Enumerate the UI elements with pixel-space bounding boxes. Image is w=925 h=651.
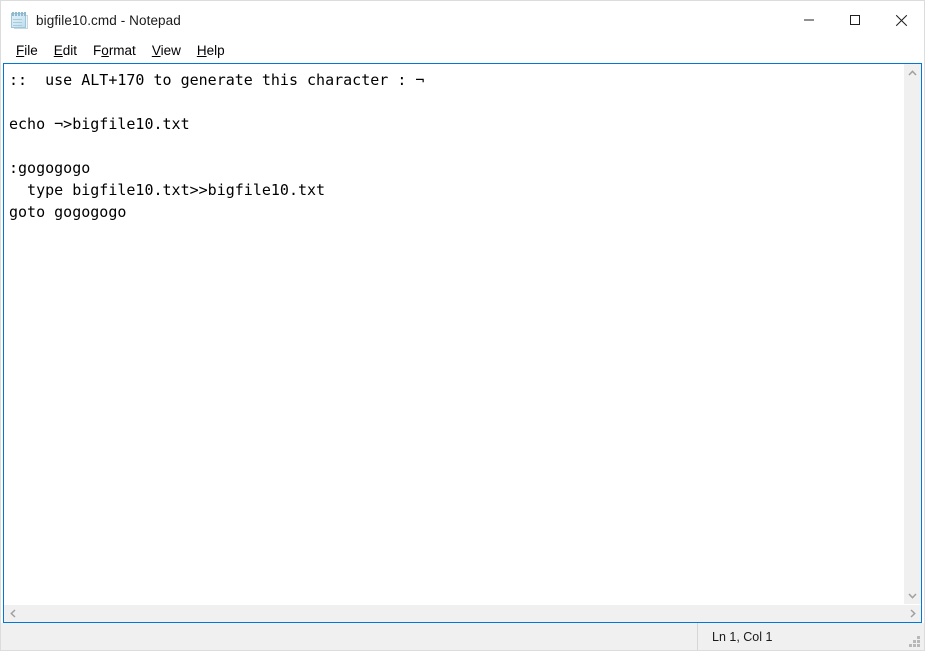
close-button[interactable] bbox=[878, 1, 924, 39]
chevron-left-icon bbox=[9, 609, 16, 618]
window-controls bbox=[786, 1, 924, 39]
close-icon bbox=[895, 14, 907, 26]
window-title: bigfile10.cmd - Notepad bbox=[36, 12, 181, 28]
title-bar[interactable]: bigfile10.cmd - Notepad bbox=[1, 1, 924, 39]
menu-item-help[interactable]: Help bbox=[189, 41, 233, 61]
menu-view-rest: iew bbox=[160, 43, 181, 58]
title-bar-left: bigfile10.cmd - Notepad bbox=[1, 1, 181, 39]
vertical-scroll-track[interactable] bbox=[904, 81, 921, 587]
menu-item-format[interactable]: Format bbox=[85, 41, 144, 61]
menu-help-accel: H bbox=[196, 43, 207, 58]
menu-format-rest: rmat bbox=[108, 43, 136, 58]
menu-item-edit[interactable]: Edit bbox=[46, 41, 85, 61]
menu-file-rest: ile bbox=[24, 43, 38, 58]
status-bar: Ln 1, Col 1 bbox=[1, 623, 924, 650]
menu-format-accel: o bbox=[101, 43, 109, 58]
minimize-button[interactable] bbox=[786, 1, 832, 39]
editor-body: :: use ALT+170 to generate this characte… bbox=[4, 64, 921, 604]
menu-item-file[interactable]: File bbox=[8, 41, 46, 61]
editor-frame: :: use ALT+170 to generate this characte… bbox=[3, 63, 922, 623]
menu-bar: File Edit Format View Help bbox=[1, 39, 924, 63]
scroll-right-button[interactable] bbox=[904, 605, 921, 622]
menu-item-view[interactable]: View bbox=[144, 41, 189, 61]
menu-view-accel: V bbox=[151, 43, 161, 58]
maximize-button[interactable] bbox=[832, 1, 878, 39]
chevron-down-icon bbox=[908, 592, 917, 599]
resize-grip-icon[interactable] bbox=[907, 634, 920, 647]
menu-file-accel: F bbox=[16, 43, 25, 58]
notepad-icon bbox=[10, 11, 28, 29]
scroll-down-button[interactable] bbox=[904, 587, 921, 604]
menu-edit-rest: dit bbox=[62, 43, 78, 58]
maximize-icon bbox=[850, 15, 860, 25]
chevron-right-icon bbox=[909, 609, 916, 618]
scroll-left-button[interactable] bbox=[4, 605, 21, 622]
vertical-scrollbar[interactable] bbox=[903, 64, 921, 604]
text-editor[interactable]: :: use ALT+170 to generate this characte… bbox=[4, 64, 903, 604]
scroll-up-button[interactable] bbox=[904, 64, 921, 81]
status-position: Ln 1, Col 1 bbox=[697, 623, 924, 650]
chevron-up-icon bbox=[908, 69, 917, 76]
notepad-window: bigfile10.cmd - Notepad File Edit Format… bbox=[0, 0, 925, 651]
menu-edit-accel: E bbox=[53, 43, 63, 58]
status-bar-spacer bbox=[1, 623, 697, 650]
horizontal-scroll-track[interactable] bbox=[21, 605, 904, 622]
menu-help-rest: elp bbox=[206, 43, 225, 58]
editor-content[interactable]: :: use ALT+170 to generate this characte… bbox=[4, 64, 903, 223]
minimize-icon bbox=[804, 19, 814, 21]
horizontal-scrollbar[interactable] bbox=[4, 604, 921, 622]
